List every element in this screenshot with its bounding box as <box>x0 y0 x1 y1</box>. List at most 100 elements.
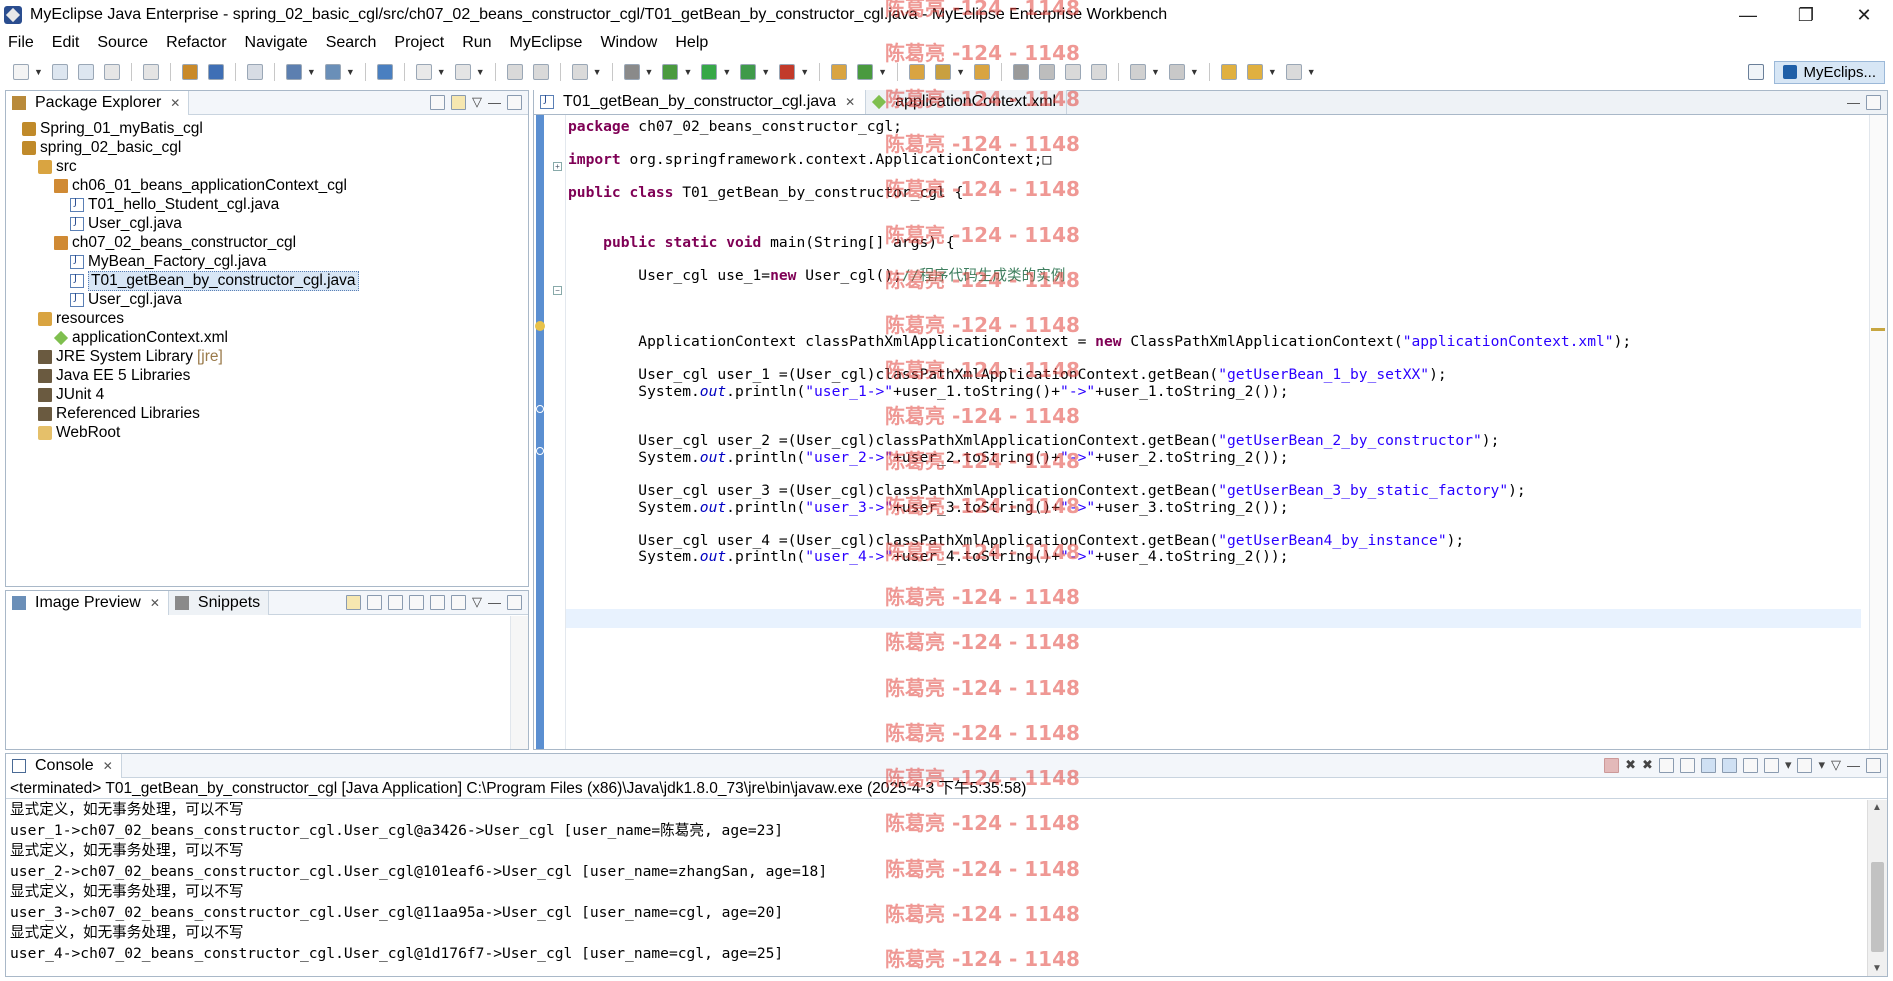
console-dropdown-icon[interactable]: ▾ <box>1785 757 1792 773</box>
new-icon[interactable] <box>13 64 29 80</box>
paste-icon[interactable] <box>1090 64 1107 80</box>
link-with-editor-icon[interactable] <box>451 94 466 110</box>
zoom-in-icon[interactable] <box>409 594 424 610</box>
warning-overview-mark[interactable] <box>1871 328 1885 331</box>
tree-item[interactable]: JUnit 4 <box>6 385 528 404</box>
maximize-view-icon[interactable] <box>507 594 522 610</box>
close-icon[interactable]: ✕ <box>845 95 855 109</box>
maximize-view-icon[interactable] <box>507 94 522 110</box>
code-text[interactable]: package ch07_02_beans_constructor_cgl; im… <box>568 115 1861 749</box>
menu-window[interactable]: Window <box>591 34 666 52</box>
pin-icon[interactable] <box>1129 64 1146 80</box>
code-line[interactable]: package ch07_02_beans_constructor_cgl; <box>568 117 902 136</box>
close-icon[interactable]: ✕ <box>103 759 113 773</box>
menu-run[interactable]: Run <box>453 34 500 52</box>
tree-item[interactable]: T01_getBean_by_constructor_cgl.java <box>6 270 528 291</box>
minimize-editor-icon[interactable]: — <box>1847 95 1860 110</box>
forward-icon[interactable] <box>1285 64 1302 80</box>
dropdown-arrow-icon[interactable]: ▼ <box>878 67 887 77</box>
tree-item[interactable]: MyBean_Factory_cgl.java <box>6 252 528 271</box>
maximize-button[interactable]: ❐ <box>1777 0 1835 30</box>
myeclipse-perspective-button[interactable]: MyEclips... <box>1774 60 1885 84</box>
scroll-up-arrow-icon[interactable]: ▲ <box>1872 802 1882 813</box>
tree-item[interactable]: ch06_01_beans_applicationContext_cgl <box>6 176 528 195</box>
terminate-icon[interactable] <box>1604 757 1620 773</box>
tab-snippets[interactable]: Snippets <box>168 590 270 615</box>
tab-console[interactable]: Console ✕ <box>6 753 122 778</box>
code-line[interactable]: public class T01_getBean_by_constructor_… <box>568 183 963 202</box>
close-button[interactable]: ✕ <box>1835 0 1893 30</box>
minimize-button[interactable]: — <box>1719 0 1777 30</box>
server-icon[interactable] <box>207 64 224 80</box>
scroll-down-arrow-icon[interactable]: ▼ <box>1872 963 1882 974</box>
tree-item[interactable]: WebRoot <box>6 423 528 442</box>
tree-item[interactable]: Referenced Libraries <box>6 404 528 423</box>
pin-console-icon[interactable] <box>1742 757 1758 773</box>
save-all-icon[interactable] <box>77 64 94 80</box>
code-line[interactable]: User_cgl use_1=new User_cgl();//程序代码生成类的… <box>568 266 1065 285</box>
dropdown-arrow-icon[interactable]: ▼ <box>34 67 43 77</box>
new-project-icon[interactable] <box>142 64 159 80</box>
open-console-icon[interactable] <box>1797 757 1813 773</box>
menu-help[interactable]: Help <box>666 34 717 52</box>
fit-image-icon[interactable] <box>367 594 382 610</box>
open-type-icon[interactable] <box>246 64 263 80</box>
code-line[interactable]: System.out.println("user_2->"+user_2.toS… <box>568 448 1288 467</box>
tab-package-explorer[interactable]: Package Explorer ✕ <box>6 90 190 115</box>
web-2-icon[interactable] <box>571 64 588 80</box>
tree-item[interactable]: User_cgl.java <box>6 290 528 309</box>
close-icon[interactable]: ✕ <box>170 96 180 110</box>
tab-xml-editor[interactable]: applicationContext.xml <box>866 90 1068 114</box>
tree-item[interactable]: src <box>6 157 528 176</box>
dropdown-arrow-icon[interactable]: ▼ <box>683 67 692 77</box>
code-line[interactable]: System.out.println("user_3->"+user_3.toS… <box>568 498 1288 517</box>
dropdown-arrow-icon[interactable]: ▼ <box>722 67 731 77</box>
dropdown-arrow-icon[interactable]: ▼ <box>1307 67 1316 77</box>
tree-item[interactable]: JRE System Library [jre] <box>6 347 528 366</box>
link-icon[interactable] <box>346 594 361 610</box>
open-file-icon[interactable] <box>973 64 990 80</box>
run-icon[interactable] <box>701 64 718 80</box>
clear-console-icon[interactable] <box>1658 757 1674 773</box>
dropdown-arrow-icon[interactable]: ▼ <box>437 67 446 77</box>
code-line[interactable]: public static void main(String[] args) { <box>568 233 954 252</box>
save-icon[interactable] <box>51 64 68 80</box>
dropdown-arrow-icon[interactable]: ▼ <box>1190 67 1199 77</box>
minimize-view-icon[interactable]: — <box>1847 758 1860 773</box>
menu-search[interactable]: Search <box>317 34 386 52</box>
code-line[interactable]: ApplicationContext classPathXmlApplicati… <box>568 332 1631 351</box>
dropdown-arrow-icon[interactable]: ▼ <box>956 67 965 77</box>
new-ejb-icon[interactable] <box>324 64 341 80</box>
annotation-icon[interactable] <box>1168 64 1185 80</box>
dropdown-arrow-icon[interactable]: ▼ <box>346 67 355 77</box>
minimize-view-icon[interactable]: — <box>488 595 501 610</box>
tree-item[interactable]: applicationContext.xml <box>6 328 528 347</box>
last-edit-icon[interactable] <box>1220 64 1237 80</box>
warning-marker-icon[interactable] <box>535 321 545 331</box>
dropdown-arrow-icon[interactable]: ▼ <box>593 67 602 77</box>
console-output[interactable]: 显式定义，如无事务处理，可以不写 user_1->ch07_02_beans_co… <box>10 800 1865 976</box>
minimize-view-icon[interactable]: — <box>488 95 501 110</box>
image-preview-scrollbar[interactable] <box>510 616 528 749</box>
edit-icon[interactable] <box>1038 64 1055 80</box>
editor-overview-ruler[interactable] <box>1869 115 1887 749</box>
maximize-editor-icon[interactable] <box>1866 95 1881 110</box>
collapse-method-icon[interactable]: − <box>553 286 562 295</box>
new-js-icon[interactable] <box>935 64 952 80</box>
tree-item[interactable]: resources <box>6 309 528 328</box>
tree-item[interactable]: spring_02_basic_cgl <box>6 138 528 157</box>
new-web-service-icon[interactable] <box>285 64 302 80</box>
code-line[interactable]: System.out.println("user_1->"+user_1.toS… <box>568 382 1288 401</box>
actual-size-icon[interactable] <box>430 594 445 610</box>
tree-item[interactable]: Java EE 5 Libraries <box>6 366 528 385</box>
external-tools-icon[interactable] <box>779 64 796 80</box>
next-annotation-icon[interactable] <box>506 64 523 80</box>
dropdown-arrow-icon[interactable]: ▼ <box>1151 67 1160 77</box>
menu-edit[interactable]: Edit <box>43 34 89 52</box>
show-on-stdout-icon[interactable] <box>1700 757 1716 773</box>
dropdown-arrow-icon[interactable]: ▼ <box>476 67 485 77</box>
close-icon[interactable]: ✕ <box>150 596 160 610</box>
copy-icon[interactable] <box>1064 64 1081 80</box>
background-icon[interactable] <box>451 594 466 610</box>
dropdown-arrow-icon[interactable]: ▼ <box>645 67 654 77</box>
